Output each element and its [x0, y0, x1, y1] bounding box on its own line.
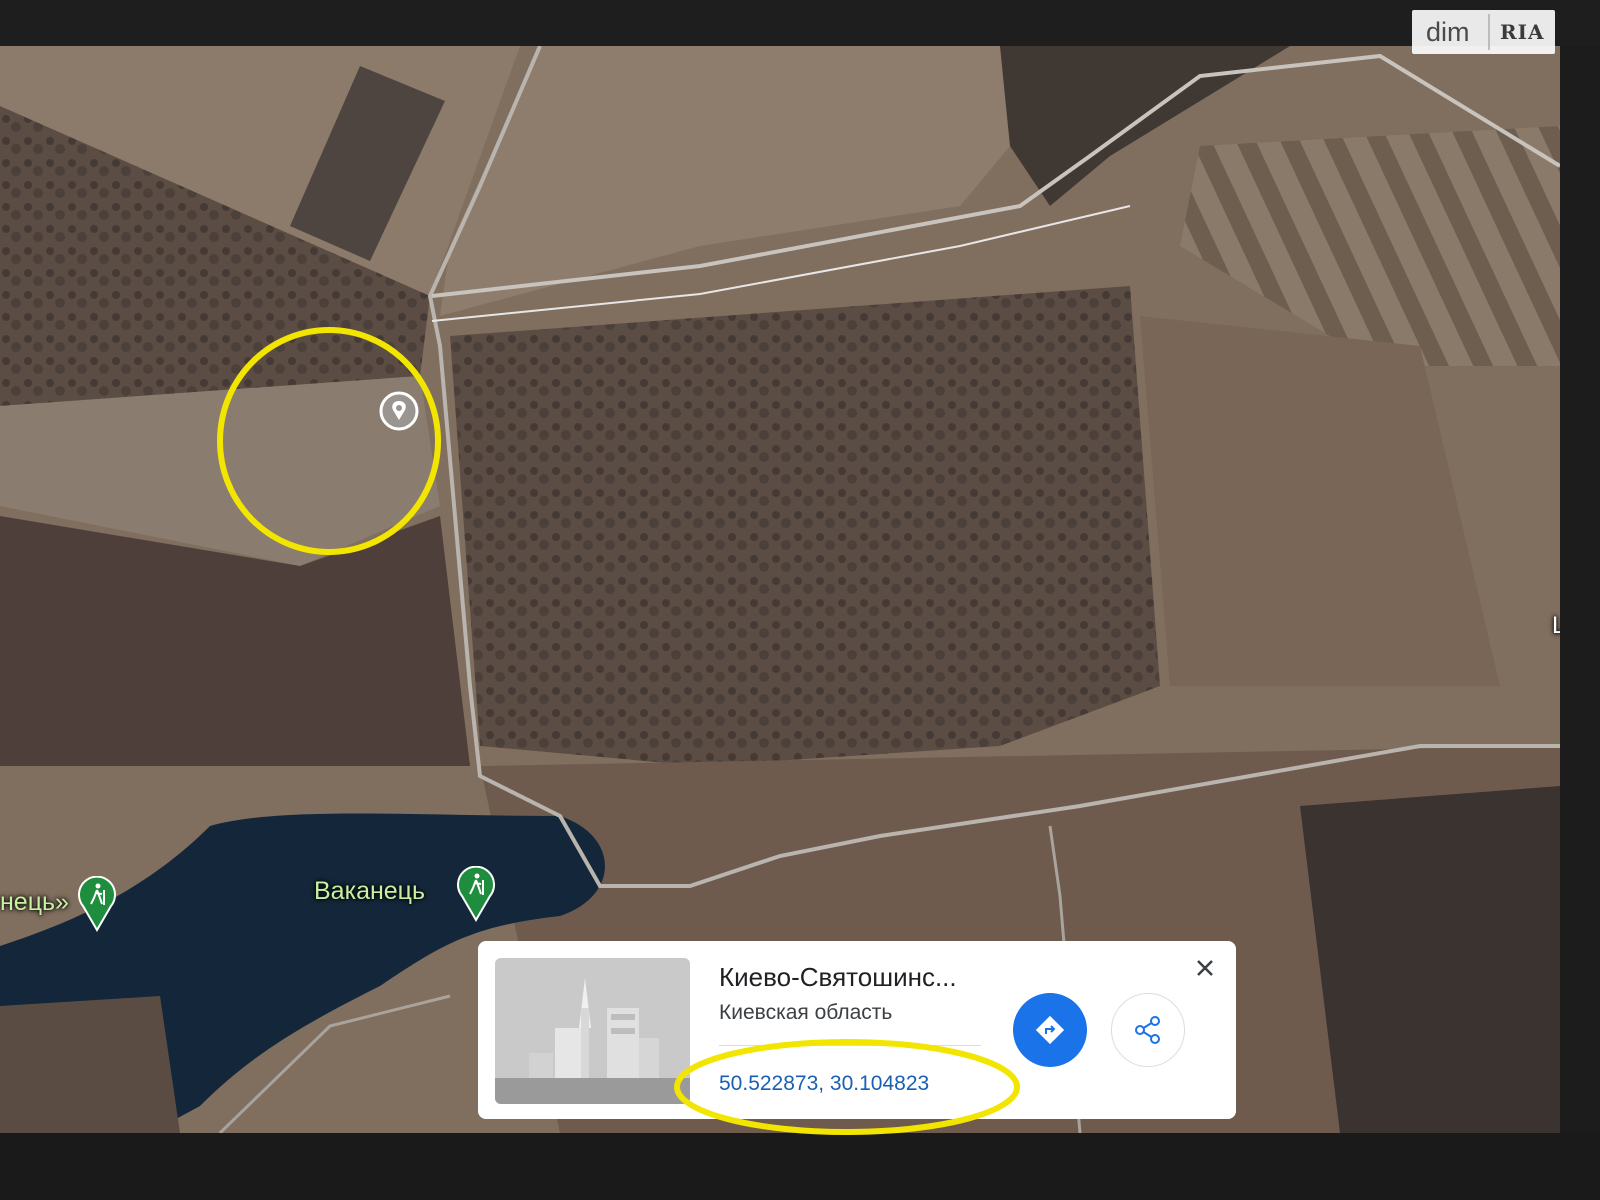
- share-button[interactable]: [1111, 993, 1185, 1067]
- place-subtitle: Киевская область: [719, 1001, 893, 1024]
- ria-logo-icon: RIA: [1500, 20, 1545, 44]
- place-label-vakanets[interactable]: Ваканець: [314, 877, 425, 906]
- card-divider: [719, 1045, 981, 1046]
- watermark: dim RIA: [1412, 10, 1555, 54]
- place-card[interactable]: Киево-Святошинс... Киевская область 50.5…: [478, 941, 1236, 1119]
- top-bar: [0, 0, 1600, 46]
- bottom-bar: [0, 1133, 1600, 1200]
- hiking-poi-icon[interactable]: [456, 866, 496, 922]
- dropped-pin-icon[interactable]: [379, 391, 419, 431]
- place-title: Киево-Святошинс...: [719, 962, 957, 992]
- share-icon: [1135, 1016, 1160, 1044]
- directions-button[interactable]: [1013, 993, 1087, 1067]
- watermark-text: dim: [1426, 16, 1470, 47]
- hiking-poi-icon[interactable]: [77, 876, 117, 932]
- directions-icon: [1035, 1015, 1065, 1045]
- place-label-partial-right[interactable]: Lo: [1552, 612, 1560, 640]
- place-label-partial-left[interactable]: нець»: [0, 888, 69, 917]
- place-thumbnail[interactable]: [495, 958, 690, 1104]
- building-illustration: [495, 958, 690, 1104]
- coordinates-link[interactable]: 50.522873, 30.104823: [719, 1072, 929, 1096]
- close-icon[interactable]: [1190, 953, 1220, 983]
